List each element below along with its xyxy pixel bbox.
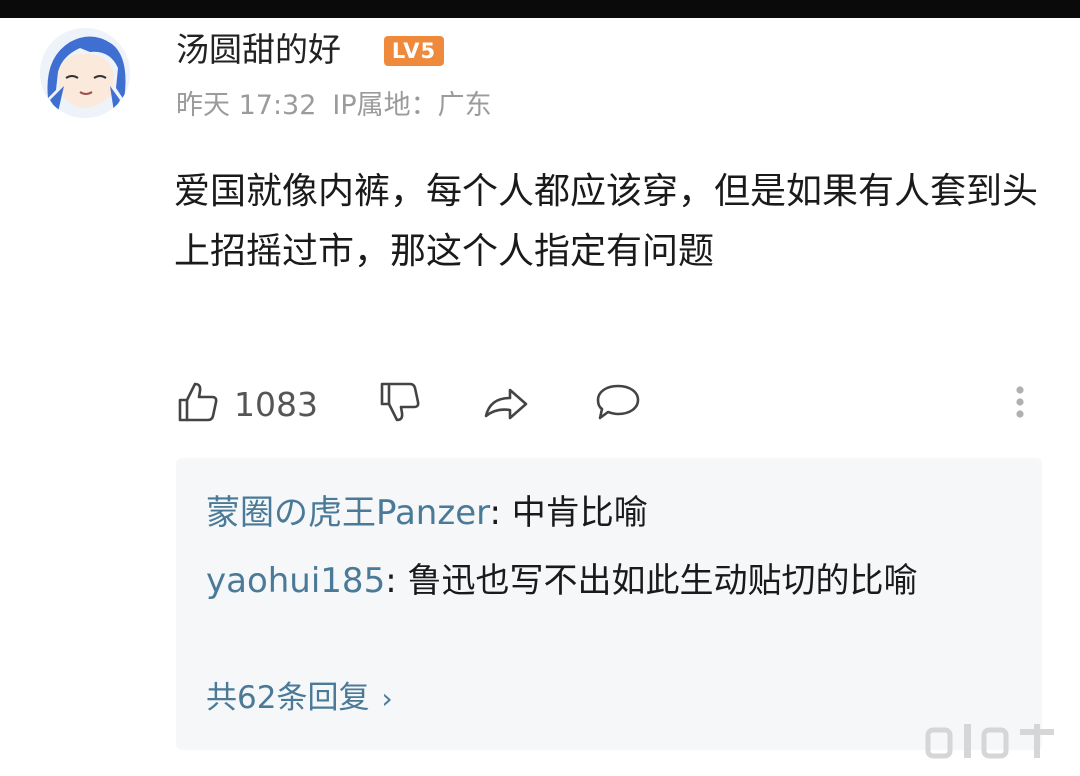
like-count: 1083 [234, 384, 318, 424]
reply-item[interactable]: 蒙圈の虎王Panzer: 中肯比喻 [206, 482, 1026, 544]
action-bar: 1083 [174, 372, 1044, 436]
level-badge: LV5 [384, 36, 444, 66]
reply-button[interactable] [592, 372, 644, 436]
reply-item[interactable]: yaohui185: 鲁迅也写不出如此生动贴切的比喻 [206, 550, 1026, 612]
share-button[interactable] [480, 372, 532, 436]
reply-author[interactable]: 蒙圈の虎王Panzer [206, 493, 490, 533]
dislike-button[interactable] [376, 372, 424, 436]
more-options-button[interactable] [1006, 372, 1034, 436]
reply-preview[interactable]: 蒙圈の虎王Panzer: 中肯比喻 yaohui185: 鲁迅也写不出如此生动贴… [176, 458, 1042, 750]
watermark-icon [920, 718, 1060, 764]
view-more-replies-link[interactable]: 共62条回复 › [206, 674, 393, 723]
more-vertical-icon [1006, 378, 1034, 430]
status-bar [0, 0, 1080, 18]
comment-bubble-icon [592, 378, 644, 430]
like-button[interactable]: 1083 [174, 372, 318, 436]
reply-text: 中肯比喻 [511, 493, 648, 533]
username[interactable]: 汤圆甜的好 [176, 28, 341, 72]
share-icon [480, 378, 532, 430]
more-replies-label: 共62条回复 [206, 680, 370, 716]
thumbs-up-icon [174, 378, 222, 430]
avatar-image [40, 28, 130, 118]
thumbs-down-icon [376, 378, 424, 430]
reply-text: 鲁迅也写不出如此生动贴切的比喻 [407, 561, 918, 601]
comment-time: 昨天 17:32 [176, 90, 317, 121]
ip-location: IP属地：广东 [332, 90, 492, 121]
comment-text: 爱国就像内裤，每个人都应该穿，但是如果有人套到头上招摇过市，那这个人指定有问题 [174, 171, 1039, 272]
reply-author[interactable]: yaohui185 [206, 561, 385, 601]
comment-meta: 昨天 17:32 IP属地：广东 [176, 86, 508, 126]
reply-separator: : [489, 493, 512, 533]
avatar[interactable] [40, 28, 130, 118]
chevron-right-icon: › [381, 682, 393, 715]
reply-separator: : [385, 561, 408, 601]
